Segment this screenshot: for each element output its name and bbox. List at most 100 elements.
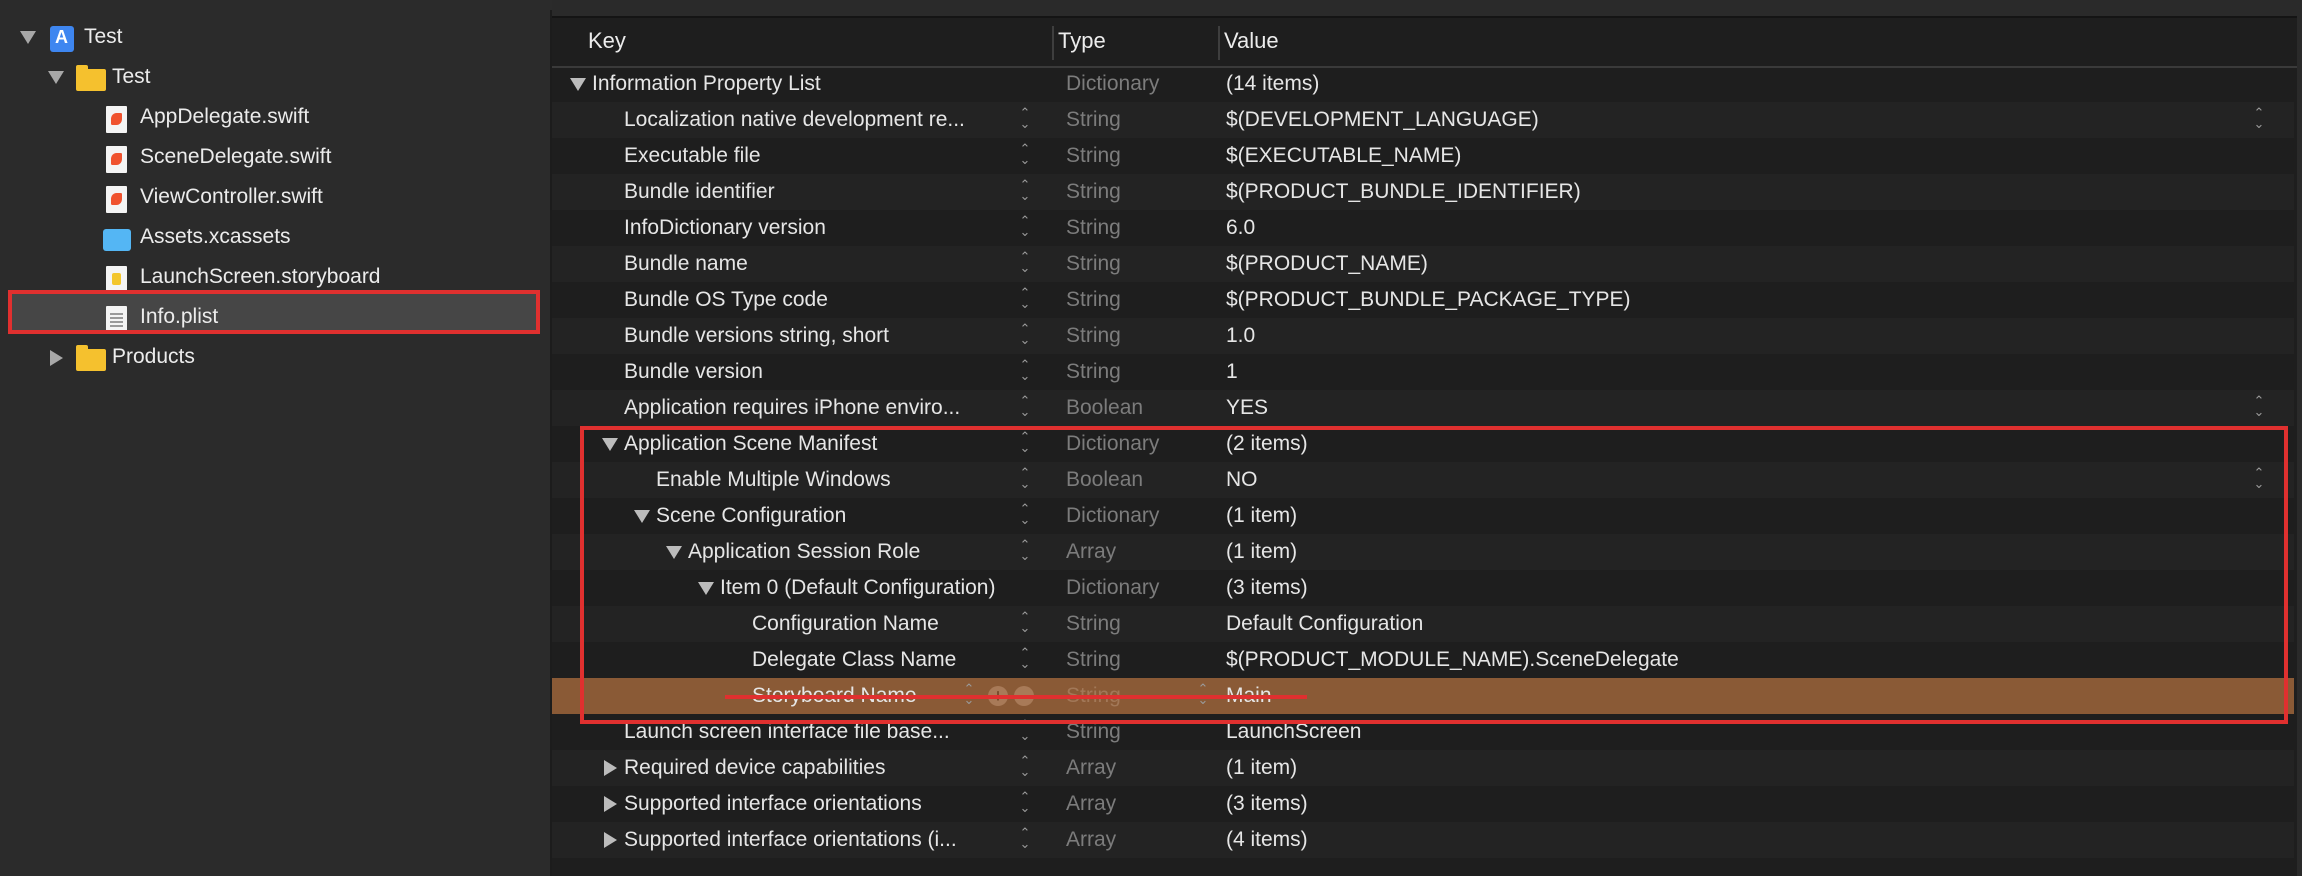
key-stepper-icon[interactable]: ⌃ ⌄	[1018, 106, 1032, 133]
row-key: Bundle versions string, short	[624, 324, 889, 347]
plist-row[interactable]: Localization native development re... ⌃ ⌄…	[552, 102, 2294, 138]
row-key: Bundle name	[624, 252, 748, 275]
navigator-item-scenedelegate[interactable]: SceneDelegate.swift	[0, 138, 550, 178]
plist-row[interactable]: Executable file ⌃ ⌄ String $(EXECUTABLE_N…	[552, 138, 2294, 174]
disclosure-closed-icon[interactable]	[604, 832, 617, 848]
key-stepper-icon[interactable]: ⌃ ⌄	[1018, 394, 1032, 421]
folder-icon	[76, 345, 106, 371]
swift-file-icon	[106, 146, 127, 173]
disclosure-open-icon[interactable]	[570, 78, 586, 91]
navigator-item-group-test[interactable]: Test	[0, 58, 550, 98]
row-type: Dictionary	[1066, 72, 1160, 95]
jump-bar	[552, 0, 2302, 18]
vertical-scrollbar[interactable]	[2297, 16, 2302, 876]
highlight-box-info-plist	[8, 290, 540, 334]
row-value: (1 item)	[1226, 756, 1298, 779]
key-stepper-icon[interactable]: ⌃ ⌄	[1018, 178, 1032, 205]
key-stepper-icon[interactable]: ⌃ ⌄	[1018, 214, 1032, 241]
highlight-box-scene-manifest	[580, 426, 2288, 724]
plist-row[interactable]: Information Property List Dictionary (14…	[552, 66, 2294, 102]
row-value[interactable]: 1.0	[1226, 324, 1255, 348]
navigator-item-label: LaunchScreen.storyboard	[140, 265, 381, 288]
navigator-item-label: ViewController.swift	[140, 185, 323, 208]
row-key: Bundle OS Type code	[624, 288, 828, 311]
row-type: String	[1066, 144, 1121, 167]
row-key: Application requires iPhone enviro...	[624, 396, 961, 419]
row-value[interactable]: $(PRODUCT_NAME)	[1226, 252, 1428, 276]
key-stepper-icon[interactable]: ⌃ ⌄	[1018, 754, 1032, 781]
navigator-toolbar	[0, 0, 552, 10]
row-type: String	[1066, 324, 1121, 347]
key-stepper-icon[interactable]: ⌃ ⌄	[1018, 790, 1032, 817]
row-key: Required device capabilities	[624, 756, 886, 779]
disclosure-closed-icon[interactable]	[604, 760, 617, 776]
row-key: Localization native development re...	[624, 108, 965, 131]
row-value: (4 items)	[1226, 828, 1308, 851]
disclosure-open-icon[interactable]	[20, 31, 36, 44]
plist-row[interactable]: Bundle versions string, short ⌃ ⌄ String …	[552, 318, 2294, 354]
row-type: Array	[1066, 756, 1117, 779]
disclosure-closed-icon[interactable]	[604, 796, 617, 812]
row-value[interactable]: 1	[1226, 360, 1238, 384]
column-divider[interactable]	[1218, 26, 1220, 60]
navigator-item-label: SceneDelegate.swift	[140, 145, 332, 168]
plist-row[interactable]: Bundle identifier ⌃ ⌄ String $(PRODUCT_BU…	[552, 174, 2294, 210]
plist-row[interactable]: Required device capabilities ⌃ ⌄ Array (1…	[552, 750, 2294, 786]
row-value: (14 items)	[1226, 72, 1320, 95]
column-value[interactable]: Value	[1224, 28, 1279, 54]
key-stepper-icon[interactable]: ⌃ ⌄	[1018, 826, 1032, 853]
plist-row[interactable]: Supported interface orientations ⌃ ⌄ Arra…	[552, 786, 2294, 822]
navigator-item-appdelegate[interactable]: AppDelegate.swift	[0, 98, 550, 138]
plist-row[interactable]: InfoDictionary version ⌃ ⌄ String 6.0	[552, 210, 2294, 246]
navigator-item-viewcontroller[interactable]: ViewController.swift	[0, 178, 550, 218]
row-value[interactable]: $(EXECUTABLE_NAME)	[1226, 144, 1461, 168]
row-value[interactable]: $(DEVELOPMENT_LANGUAGE)	[1226, 108, 1539, 132]
row-key: Supported interface orientations	[624, 792, 922, 815]
row-value[interactable]: $(PRODUCT_BUNDLE_PACKAGE_TYPE)	[1226, 288, 1631, 312]
row-type: Array	[1066, 828, 1117, 851]
column-type[interactable]: Type	[1058, 28, 1106, 54]
plist-row[interactable]: Bundle OS Type code ⌃ ⌄ String $(PRODUCT_…	[552, 282, 2294, 318]
folder-icon	[76, 65, 106, 91]
row-key: Supported interface orientations (i...	[624, 828, 957, 851]
row-type: String	[1066, 288, 1121, 311]
row-value[interactable]: 6.0	[1226, 216, 1255, 240]
row-key: Bundle identifier	[624, 180, 775, 203]
column-divider[interactable]	[1052, 26, 1054, 60]
row-value: (3 items)	[1226, 792, 1308, 815]
plist-row[interactable]: Supported interface orientations (i... ⌃…	[552, 822, 2294, 858]
key-stepper-icon[interactable]: ⌃ ⌄	[1018, 322, 1032, 349]
row-type: Array	[1066, 792, 1117, 815]
key-stepper-icon[interactable]: ⌃ ⌄	[1018, 142, 1032, 169]
xcode-window: Test Test AppDelegate.swift SceneDelegat…	[0, 0, 2302, 876]
row-key: Executable file	[624, 144, 761, 167]
row-type: String	[1066, 360, 1121, 383]
plist-editor: Key Type Value Information Property List…	[552, 0, 2302, 876]
plist-row[interactable]: Bundle version ⌃ ⌄ String 1	[552, 354, 2294, 390]
row-value[interactable]: $(PRODUCT_BUNDLE_IDENTIFIER)	[1226, 180, 1581, 204]
row-key: Information Property List	[592, 72, 821, 95]
row-type: String	[1066, 252, 1121, 275]
column-key[interactable]: Key	[588, 28, 626, 54]
navigator-item-assets[interactable]: Assets.xcassets	[0, 218, 550, 258]
navigator-item-label: Test	[84, 25, 123, 48]
key-stepper-icon[interactable]: ⌃ ⌄	[1018, 250, 1032, 277]
value-popup-icon[interactable]: ⌃ ⌄	[2252, 394, 2266, 421]
key-stepper-icon[interactable]: ⌃ ⌄	[1018, 358, 1032, 385]
row-type: String	[1066, 180, 1121, 203]
key-stepper-icon[interactable]: ⌃ ⌄	[1018, 286, 1032, 313]
row-key: InfoDictionary version	[624, 216, 826, 239]
plist-row[interactable]: Application requires iPhone enviro... ⌃ ⌄…	[552, 390, 2294, 426]
disclosure-open-icon[interactable]	[48, 71, 64, 84]
value-popup-icon[interactable]: ⌃ ⌄	[2252, 106, 2266, 133]
row-type: Boolean	[1066, 396, 1144, 419]
disclosure-closed-icon[interactable]	[50, 350, 63, 366]
navigator-item-project[interactable]: Test	[0, 18, 550, 58]
xcode-project-icon	[50, 26, 74, 52]
row-type: String	[1066, 108, 1121, 131]
navigator-item-products[interactable]: Products	[0, 338, 550, 378]
navigator-item-label: Test	[112, 65, 151, 88]
plist-row[interactable]: Bundle name ⌃ ⌄ String $(PRODUCT_NAME)	[552, 246, 2294, 282]
navigator-item-label: Products	[112, 345, 195, 368]
row-value[interactable]: YES	[1226, 396, 1268, 420]
